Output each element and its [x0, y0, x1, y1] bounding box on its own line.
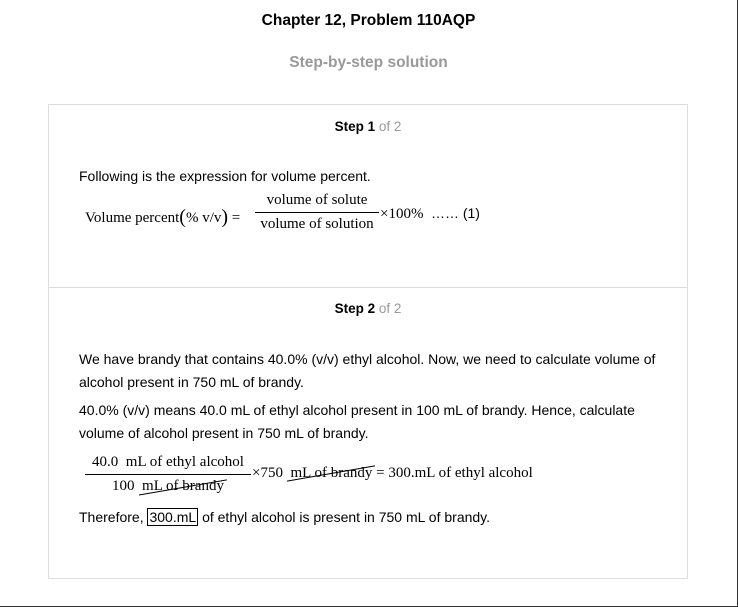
eq2-denominator: 100 mL of brandy: [85, 477, 251, 496]
eq2-times-value: ×750: [252, 465, 283, 481]
step-1-label: Step 1: [334, 119, 376, 134]
step-1-intro: Following is the expression for volume p…: [79, 168, 371, 184]
eq2-numerator: 40.0 mL of ethyl alcohol: [85, 453, 251, 472]
step-1-heading: Step 1 of 2: [49, 119, 687, 134]
conclusion-prefix: Therefore,: [79, 509, 144, 525]
conclusion-suffix: of ethyl alcohol is present in 750 mL of…: [202, 509, 491, 525]
step-2-paragraph-1: We have brandy that contains 40.0% (v/v)…: [79, 351, 656, 390]
eq2-times-unit-cancelled: mL of brandy: [290, 465, 372, 482]
alcohol-volume-equation: 40.0 mL of ethyl alcohol 100 mL of brand…: [85, 453, 645, 499]
eq2-numerator-unit: mL of ethyl alcohol: [125, 454, 244, 470]
eq1-fraction: volume of solute volume of solution: [255, 191, 379, 234]
step-2-conclusion: Therefore, 300.mL of ethyl alcohol is pr…: [79, 506, 659, 529]
eq2-denominator-value: 100: [112, 478, 135, 494]
page-title: Chapter 12, Problem 110AQP: [261, 12, 476, 29]
step-1-section: Step 1 of 2 Following is the expression …: [49, 105, 687, 288]
eq1-reference: …… (1): [430, 205, 480, 221]
eq1-denominator: volume of solution: [260, 216, 374, 232]
eq1-numerator: volume of solute: [266, 192, 368, 208]
solution-subtitle: Step-by-step solution: [289, 54, 448, 71]
eq1-multiplier: ×100%: [380, 206, 424, 222]
eq2-result: = 300.mL of ethyl alcohol: [376, 465, 533, 481]
final-answer-box: 300.mL: [147, 508, 199, 526]
eq2-denominator-unit-cancelled: mL of brandy: [142, 477, 224, 496]
step-2-paragraph-2: 40.0% (v/v) means 40.0 mL of ethyl alcoh…: [79, 402, 635, 441]
step-2-section: Step 2 of 2 We have brandy that contains…: [49, 287, 687, 578]
solution-card: Step 1 of 2 Following is the expression …: [48, 104, 688, 579]
eq1-lhs-label: Volume percent: [85, 210, 180, 226]
step-2-label: Step 2: [334, 301, 376, 316]
eq2-rhs: ×750 mL of brandy = 300.mL of ethyl alco…: [252, 465, 533, 482]
step-2-heading: Step 2 of 2: [49, 301, 687, 316]
eq2-fraction: 40.0 mL of ethyl alcohol 100 mL of brand…: [85, 453, 251, 496]
step-1-of: of 2: [378, 119, 402, 134]
step-2-of: of 2: [378, 301, 402, 316]
eq1-lhs-unit: % v/v: [185, 210, 222, 226]
eq2-numerator-value: 40.0: [92, 454, 119, 470]
